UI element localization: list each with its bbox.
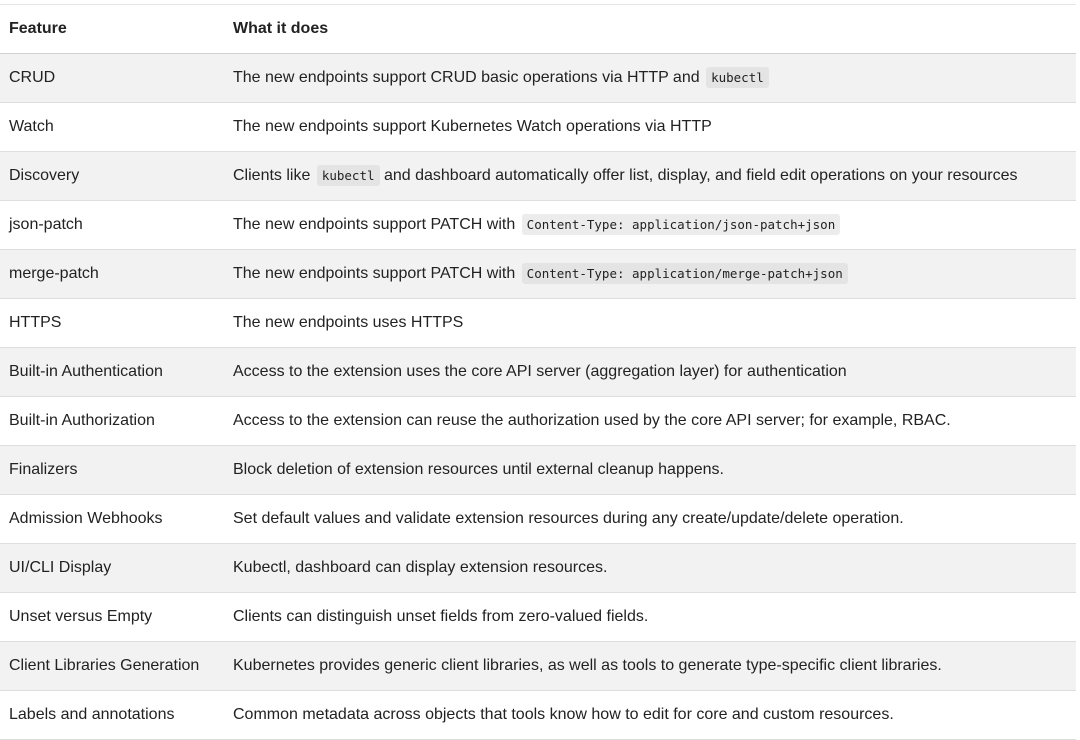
table-row: merge-patch The new endpoints support PAT…: [0, 250, 1076, 299]
description-text: Access to the extension uses the core AP…: [233, 363, 847, 380]
description-text: Set default values and validate extensio…: [233, 510, 904, 527]
description-cell: Block deletion of extension resources un…: [233, 461, 1076, 479]
feature-cell: Built-in Authentication: [9, 363, 163, 380]
feature-cell: HTTPS: [9, 314, 62, 331]
description-text: The new endpoints support CRUD basic ope…: [233, 69, 700, 86]
description-cell: The new endpoints support PATCH with Con…: [233, 214, 1076, 235]
description-cell: Common metadata across objects that tool…: [233, 706, 1076, 724]
description-text: Clients like: [233, 167, 311, 184]
description-cell: The new endpoints uses HTTPS: [233, 314, 1076, 332]
description-text: Block deletion of extension resources un…: [233, 461, 724, 478]
feature-cell: Admission Webhooks: [9, 510, 163, 527]
description-cell: The new endpoints support CRUD basic ope…: [233, 67, 1076, 88]
description-text: Kubernetes provides generic client libra…: [233, 657, 942, 674]
feature-cell: Unset versus Empty: [9, 608, 153, 625]
feature-cell: Watch: [9, 118, 54, 135]
feature-cell: Client Libraries Generation: [9, 657, 200, 674]
features-table: Feature What it does CRUD The new endpoin…: [0, 4, 1076, 740]
description-text: The new endpoints support Kubernetes Wat…: [233, 118, 712, 135]
table-row: Built-in Authorization Access to the exte…: [0, 397, 1076, 446]
description-cell: Kubectl, dashboard can display extension…: [233, 559, 1076, 577]
table-row: Client Libraries Generation Kubernetes pr…: [0, 642, 1076, 691]
feature-cell: json-patch: [9, 216, 83, 233]
description-cell: Clients can distinguish unset fields fro…: [233, 608, 1076, 626]
feature-cell: UI/CLI Display: [9, 559, 112, 576]
description-text: Kubectl, dashboard can display extension…: [233, 559, 608, 576]
feature-cell: Finalizers: [9, 461, 78, 478]
table-row: Discovery Clients like kubectl and dashbo…: [0, 152, 1076, 201]
table-row: HTTPS The new endpoints uses HTTPS: [0, 299, 1076, 348]
feature-cell: merge-patch: [9, 265, 99, 282]
description-text: The new endpoints support PATCH with: [233, 216, 516, 233]
header-description: What it does: [233, 20, 329, 37]
description-text-continued: and dashboard automatically offer list, …: [383, 167, 1018, 184]
description-text: Access to the extension can reuse the au…: [233, 412, 951, 429]
table-row: CRUD The new endpoints support CRUD basic…: [0, 54, 1076, 103]
inline-code: kubectl: [316, 165, 380, 186]
table-header-row: Feature What it does: [0, 5, 1076, 54]
feature-cell: CRUD: [9, 69, 56, 86]
inline-code: Content-Type: application/merge-patch+js…: [521, 263, 848, 284]
table-row: Unset versus Empty Clients can distinguis…: [0, 593, 1076, 642]
table-row: Finalizers Block deletion of extension re…: [0, 446, 1076, 495]
description-cell: The new endpoints support PATCH with Con…: [233, 263, 1076, 284]
table-row: UI/CLI Display Kubectl, dashboard can dis…: [0, 544, 1076, 593]
table-body: CRUD The new endpoints support CRUD basic…: [0, 54, 1076, 740]
description-text: Clients can distinguish unset fields fro…: [233, 608, 649, 625]
header-feature: Feature: [9, 20, 67, 37]
description-cell: Kubernetes provides generic client libra…: [233, 657, 1076, 675]
table-row: Labels and annotations Common metadata ac…: [0, 691, 1076, 740]
inline-code: Content-Type: application/json-patch+jso…: [521, 214, 841, 235]
description-text: Common metadata across objects that tool…: [233, 706, 894, 723]
description-text: The new endpoints support PATCH with: [233, 265, 516, 282]
description-cell: Access to the extension uses the core AP…: [233, 363, 1076, 381]
inline-code: kubectl: [706, 67, 769, 88]
description-cell: Set default values and validate extensio…: [233, 510, 1076, 528]
table-row: Built-in Authentication Access to the ext…: [0, 348, 1076, 397]
description-cell: The new endpoints support Kubernetes Wat…: [233, 118, 1076, 136]
description-cell: Clients like kubectl and dashboard autom…: [233, 165, 1076, 186]
table-row: Watch The new endpoints support Kubernete…: [0, 103, 1076, 152]
feature-cell: Built-in Authorization: [9, 412, 155, 429]
feature-cell: Discovery: [9, 167, 80, 184]
description-cell: Access to the extension can reuse the au…: [233, 412, 1076, 430]
feature-cell: Labels and annotations: [9, 706, 175, 723]
table-row: Admission Webhooks Set default values and…: [0, 495, 1076, 544]
description-text: The new endpoints uses HTTPS: [233, 314, 464, 331]
table-row: json-patch The new endpoints support PATC…: [0, 201, 1076, 250]
